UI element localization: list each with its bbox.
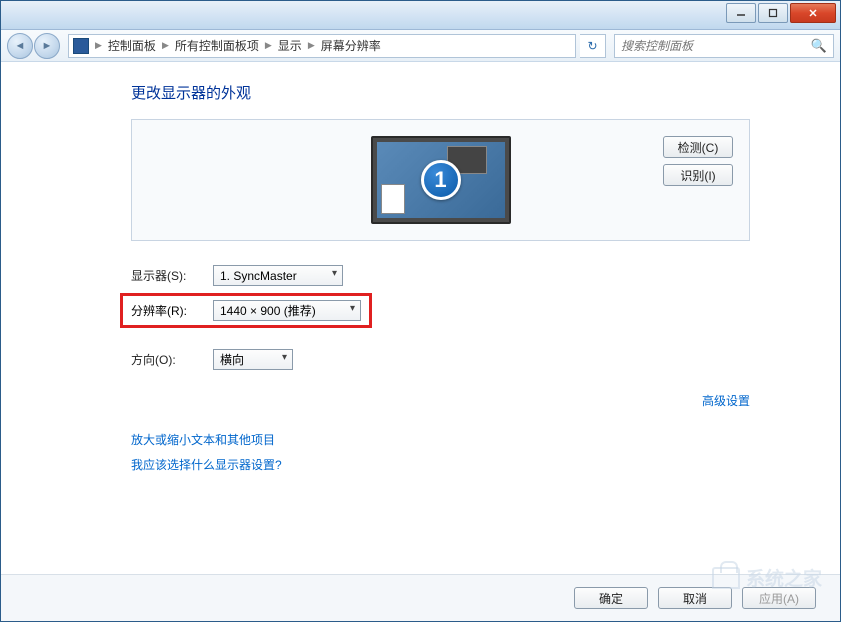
search-box[interactable]: 🔍 [614,34,834,58]
search-input[interactable] [621,39,811,53]
preview-doc-icon [381,184,405,214]
detect-button[interactable]: 检测(C) [663,136,733,158]
chevron-right-icon: ▶ [95,40,102,51]
forward-button[interactable]: ► [34,33,60,59]
resize-text-link[interactable]: 放大或缩小文本和其他项目 [131,431,750,448]
apply-button[interactable]: 应用(A) [742,587,816,609]
cancel-button[interactable]: 取消 [658,587,732,609]
content-area: 更改显示器的外观 1 检测(C) 识别(I) 显示器(S): 1. Sy [1,62,840,621]
resolution-select[interactable]: 1440 × 900 (推荐) [213,300,361,321]
breadcrumb-item[interactable]: 显示 [278,37,302,54]
orientation-select[interactable]: 横向 [213,349,293,370]
chevron-right-icon: ▶ [308,40,315,51]
resolution-label: 分辨率(R): [131,302,201,319]
footer: 确定 取消 应用(A) [1,574,840,621]
display-preview-panel: 1 检测(C) 识别(I) [131,119,750,241]
navbar: ◄ ► ▶ 控制面板 ▶ 所有控制面板项 ▶ 显示 ▶ 屏幕分辨率 ↻ 🔍 [1,30,840,62]
help-links: 放大或缩小文本和其他项目 我应该选择什么显示器设置? [131,431,750,473]
breadcrumb-item[interactable]: 控制面板 [108,37,156,54]
ok-button[interactable]: 确定 [574,587,648,609]
refresh-button[interactable]: ↻ [580,34,606,58]
page-title: 更改显示器的外观 [131,82,750,103]
display-select[interactable]: 1. SyncMaster [213,265,343,286]
control-panel-icon [73,38,89,54]
chevron-right-icon: ▶ [265,40,272,51]
window-controls [726,1,840,29]
advanced-settings-link[interactable]: 高级设置 [702,394,750,408]
breadcrumb[interactable]: ▶ 控制面板 ▶ 所有控制面板项 ▶ 显示 ▶ 屏幕分辨率 [68,34,576,58]
orientation-label: 方向(O): [131,351,201,368]
advanced-settings-row: 高级设置 [131,392,750,409]
maximize-button[interactable] [758,3,788,23]
resolution-highlight: 分辨率(R): 1440 × 900 (推荐) [120,293,372,328]
monitor-preview[interactable]: 1 [371,136,511,224]
display-label: 显示器(S): [131,267,201,284]
which-display-link[interactable]: 我应该选择什么显示器设置? [131,456,750,473]
preview-side-buttons: 检测(C) 识别(I) [663,136,733,186]
back-button[interactable]: ◄ [7,33,33,59]
monitor-number-badge: 1 [421,160,461,200]
control-panel-window: ◄ ► ▶ 控制面板 ▶ 所有控制面板项 ▶ 显示 ▶ 屏幕分辨率 ↻ 🔍 更改… [0,0,841,622]
display-row: 显示器(S): 1. SyncMaster [131,265,750,286]
close-button[interactable] [790,3,836,23]
chevron-right-icon: ▶ [162,40,169,51]
breadcrumb-item[interactable]: 屏幕分辨率 [321,37,381,54]
minimize-button[interactable] [726,3,756,23]
titlebar [1,1,840,30]
orientation-row: 方向(O): 横向 [131,349,750,370]
identify-button[interactable]: 识别(I) [663,164,733,186]
nav-arrows: ◄ ► [7,33,60,59]
breadcrumb-item[interactable]: 所有控制面板项 [175,37,259,54]
search-icon[interactable]: 🔍 [811,38,827,54]
